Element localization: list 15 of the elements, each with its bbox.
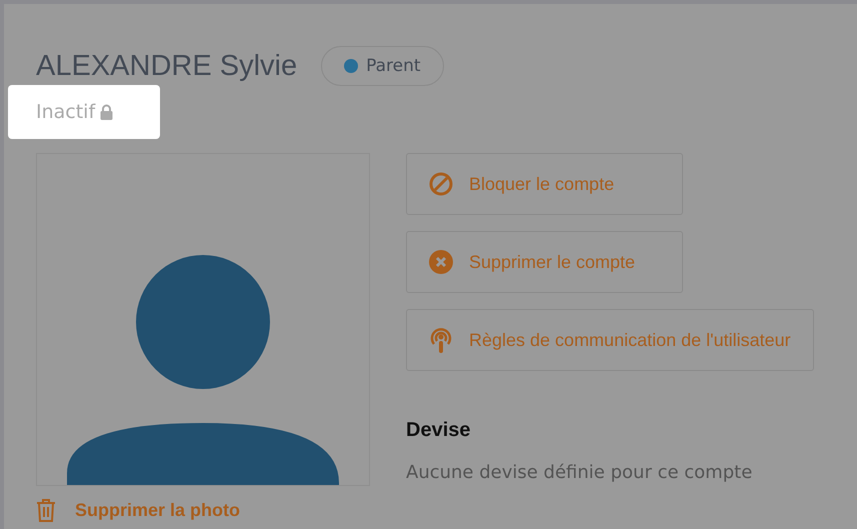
role-label: Parent [366,56,421,76]
close-icon [429,250,453,274]
prohibited-icon [429,172,453,196]
action-button[interactable]: Bloquer le compte [406,153,683,215]
action-button[interactable]: Règles de communication de l'utilisateur [406,309,814,371]
trash-icon [36,498,56,522]
dot-icon [344,59,358,73]
status-label: Inactif [36,101,96,123]
currency-heading: Devise [406,419,472,442]
currency-text: Aucune devise définie pour ce compte [406,462,752,483]
delete-photo-button[interactable]: Supprimer la photo [36,498,240,522]
user-name: ALEXANDRE Sylvie [36,50,298,82]
lock-icon [100,104,114,120]
podcast-icon [429,326,453,354]
action-button[interactable]: Supprimer le compte [406,231,683,293]
